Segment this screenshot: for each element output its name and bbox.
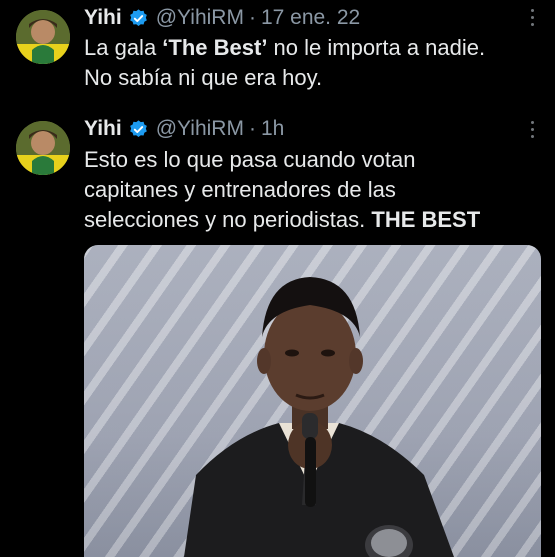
timestamp[interactable]: 1h: [261, 117, 284, 141]
separator-dot: ·: [248, 6, 256, 29]
display-name[interactable]: Yihi: [84, 117, 122, 141]
timestamp[interactable]: 17 ene. 22: [261, 6, 360, 30]
tweet-media-photo[interactable]: [84, 245, 541, 557]
tweet-text: La gala ‘The Best’ no le importa a nadie…: [84, 35, 486, 90]
verified-badge-icon: [129, 8, 147, 26]
verified-badge-icon: [129, 119, 147, 137]
tweet-header: Yihi @YihiRM · 17 ene. 22: [84, 4, 360, 32]
handle[interactable]: @YihiRM: [156, 6, 244, 30]
tweet-header: Yihi @YihiRM · 1h: [84, 115, 284, 143]
handle[interactable]: @YihiRM: [156, 117, 244, 141]
tweet-text: Esto es lo que pasa cuando votan capitan…: [84, 147, 481, 232]
separator-dot: ·: [248, 117, 256, 140]
tweet-2[interactable]: Yihi @YihiRM · 1h Esto es lo que pasa cu…: [0, 112, 555, 557]
tweet-1[interactable]: Yihi @YihiRM · 17 ene. 22 La gala ‘The B…: [0, 0, 555, 110]
avatar[interactable]: [16, 10, 70, 64]
avatar[interactable]: [16, 121, 70, 175]
more-options-icon[interactable]: [529, 9, 535, 31]
more-options-icon[interactable]: [529, 121, 535, 143]
display-name[interactable]: Yihi: [84, 6, 122, 30]
